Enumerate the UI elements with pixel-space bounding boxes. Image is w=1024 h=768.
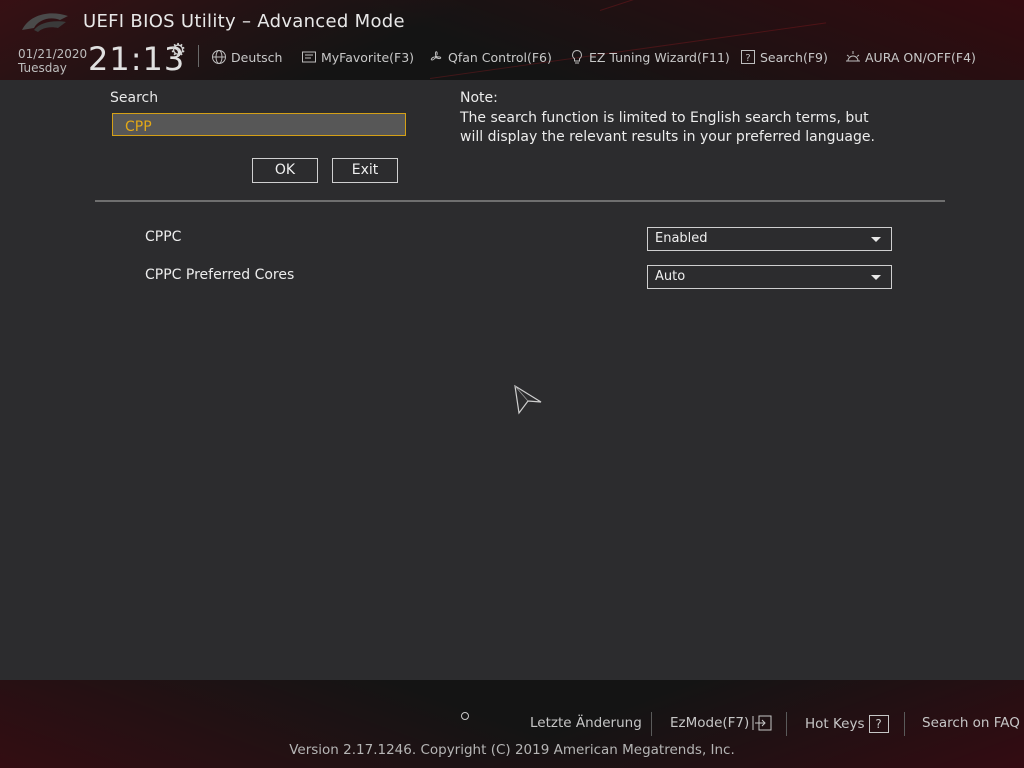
help-box-icon: ? — [740, 49, 756, 65]
chevron-down-icon — [871, 237, 881, 242]
ezmode-button[interactable]: EzMode(F7) — [670, 715, 772, 731]
rog-logo-icon — [22, 13, 68, 32]
footer-divider — [786, 712, 787, 736]
myfavorite-button[interactable]: MyFavorite(F3) — [301, 47, 414, 67]
date-display: 01/21/2020 Tuesday — [18, 47, 87, 75]
cppc-dropdown[interactable]: Enabled — [647, 227, 892, 251]
mouse-pointer-icon — [514, 384, 542, 415]
aura-toggle-button[interactable]: AURA ON/OFF(F4) — [845, 47, 976, 67]
search-faq-label: Search on FAQ — [922, 715, 1020, 731]
last-changes-label: Letzte Änderung — [530, 715, 642, 731]
hotkeys-label: Hot Keys — [805, 716, 865, 732]
ok-button[interactable]: OK — [252, 158, 318, 183]
ez-tuning-label: EZ Tuning Wizard(F11) — [589, 49, 730, 65]
aura-label: AURA ON/OFF(F4) — [865, 49, 976, 65]
search-label: Search — [110, 90, 159, 106]
svg-text:?: ? — [745, 53, 750, 64]
search-input[interactable]: CPP — [112, 113, 406, 136]
aura-light-icon — [845, 49, 861, 65]
search-nav-button[interactable]: ? Search(F9) — [740, 47, 828, 67]
globe-icon — [211, 49, 227, 65]
language-label: Deutsch — [231, 49, 283, 65]
myfavorite-label: MyFavorite(F3) — [321, 49, 415, 65]
footer-divider — [651, 712, 652, 736]
date-text: 01/21/2020 — [18, 47, 88, 61]
cppc-preferred-cores-dropdown[interactable]: Auto — [647, 265, 892, 289]
help-key-icon: ? — [868, 715, 889, 733]
exit-arrow-icon — [752, 715, 772, 731]
top-header-bar: UEFI BIOS Utility – Advanced Mode 01/21/… — [0, 0, 1024, 80]
footer-divider — [904, 712, 905, 736]
gear-icon[interactable]: ⚙ — [170, 40, 186, 61]
language-button[interactable]: Deutsch — [211, 47, 282, 67]
ezmode-label: EzMode(F7) — [670, 715, 750, 731]
app-title: UEFI BIOS Utility – Advanced Mode — [83, 11, 405, 32]
chevron-down-icon — [871, 275, 881, 280]
exit-button[interactable]: Exit — [332, 158, 398, 183]
qfan-label: Qfan Control(F6) — [448, 49, 552, 65]
header-divider — [198, 45, 199, 67]
setting-label-cppc: CPPC — [145, 229, 182, 245]
qfan-control-button[interactable]: Qfan Control(F6) — [428, 47, 552, 67]
cppc-value: Enabled — [655, 231, 708, 246]
lightbulb-icon — [569, 49, 585, 65]
version-text: Version 2.17.1246. Copyright (C) 2019 Am… — [289, 742, 735, 758]
note-title: Note: — [460, 90, 498, 106]
search-nav-label: Search(F9) — [760, 49, 828, 65]
last-changes-button[interactable]: Letzte Änderung — [530, 715, 642, 731]
section-divider — [95, 200, 945, 202]
note-text: The search function is limited to Englis… — [460, 110, 875, 145]
bottom-footer-bar: Letzte Änderung EzMode(F7) Hot Keys ? Se… — [0, 680, 1024, 768]
ez-tuning-wizard-button[interactable]: EZ Tuning Wizard(F11) — [569, 47, 730, 67]
setting-label-cppc-preferred-cores: CPPC Preferred Cores — [145, 267, 295, 283]
favorite-list-icon — [301, 49, 317, 65]
cppc-preferred-cores-value: Auto — [655, 269, 686, 284]
hotkeys-button[interactable]: Hot Keys ? — [805, 715, 889, 733]
fan-icon — [428, 49, 444, 65]
weekday-text: Tuesday — [18, 61, 67, 75]
search-faq-button[interactable]: Search on FAQ — [922, 715, 1020, 731]
indicator-dot-icon — [461, 712, 469, 720]
